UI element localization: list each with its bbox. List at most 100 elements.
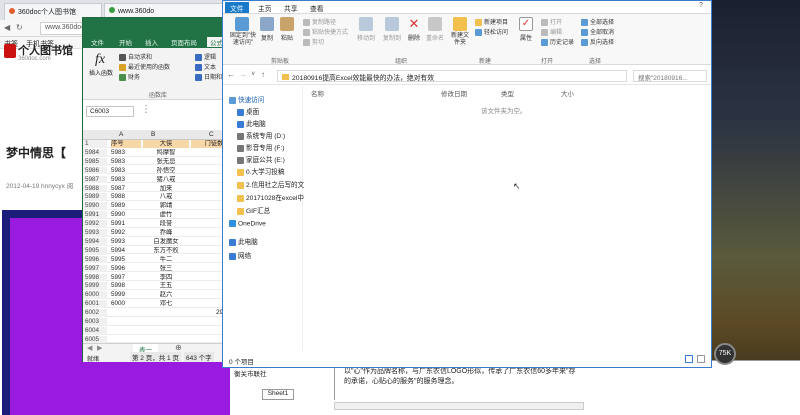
row-number[interactable]: 5990 [83,202,107,210]
refresh-icon[interactable]: ↻ [16,23,23,32]
rename-button[interactable]: 重命名 [425,17,445,42]
new-folder-button[interactable]: 新建文件夹 [449,17,471,47]
row-number[interactable]: 5997 [83,264,107,273]
cell-a[interactable]: 5989 [111,202,141,210]
cell-b[interactable]: 李四 [143,274,189,282]
pin-quick-access-button[interactable]: 固定到"快速访问" [227,17,257,47]
cell-a[interactable]: 5999 [111,291,141,299]
sidebar-item[interactable]: 快速访问 [229,94,303,104]
cell-a[interactable]: 5993 [111,238,141,246]
copy-to-button[interactable]: 复制到 [381,17,403,42]
explorer-tab-home[interactable]: 主页 [253,2,277,13]
cell-b[interactable]: 赵六 [143,291,189,299]
history-button[interactable]: 历史记录 [541,37,574,46]
column-size[interactable]: 大小 [561,88,574,98]
doc-sheet-tab[interactable]: Sheet1 [262,389,294,400]
sheet-prev-icon[interactable]: ◀ [87,344,92,352]
cell-b[interactable]: 张无忌 [143,158,189,166]
cell-a[interactable]: 5995 [111,256,141,264]
cut-button[interactable]: 剪切 [303,37,324,46]
copy-button[interactable]: 复制 [259,17,275,42]
excel-tab-insert[interactable]: 插入 [145,37,158,47]
row-number[interactable]: 6003 [83,318,107,326]
cell-b[interactable]: 白发魔女 [143,238,189,246]
sidebar-item[interactable]: 2.信用社之后写的文 [237,179,311,189]
invert-selection-button[interactable]: 反向选择 [581,37,614,46]
row-number[interactable]: 5994 [83,237,107,246]
sidebar-item[interactable]: 系统专用 (D:) [237,130,311,140]
explorer-address-bar[interactable]: 20180916提高Excel效能最快的办法，绝对有效 [277,70,627,82]
select-none-button[interactable]: 全部取消 [581,27,614,36]
row-number[interactable]: 6000 [83,291,107,299]
cell-a[interactable]: 5998 [111,282,141,290]
row-number[interactable]: 5985 [83,157,107,166]
cell-b[interactable]: 乔峰 [143,229,189,237]
open-button[interactable]: 打开 [541,17,562,26]
edit-button[interactable]: 编辑 [541,27,562,36]
help-icon[interactable]: ? [699,2,703,9]
column-date[interactable]: 修改日期 [441,88,467,98]
row-number[interactable]: 5989 [83,193,107,202]
cell-b[interactable]: 孙悟空 [143,167,189,175]
row-number[interactable]: 5988 [83,184,107,193]
cell-a[interactable]: 5987 [111,185,141,193]
cell-b[interactable]: 鸠摩智 [143,149,189,157]
cell-b[interactable]: 东方不败 [143,247,189,255]
cell-b[interactable]: 八戒 [143,193,189,201]
recent-functions-button[interactable]: 最近使用的函数 [119,62,170,71]
row-number[interactable]: 5986 [83,166,107,175]
sidebar-item[interactable]: GIF汇总 [237,205,311,215]
row-number[interactable]: 6001 [83,300,107,308]
autosum-button[interactable]: 自动求和 [119,52,152,61]
cell-b[interactable]: 段誉 [143,220,189,228]
new-item-button[interactable]: 新建项目 [475,17,508,26]
logical-button[interactable]: 逻辑 [195,52,216,61]
sidebar-item[interactable]: 家庭公共 (E:) [237,154,311,164]
row-number[interactable]: 6002 [83,309,107,317]
sheet-next-icon[interactable]: ▶ [97,344,102,352]
cell-b[interactable]: 大侠 [143,140,189,148]
name-box[interactable]: C6003 [86,106,134,117]
sidebar-item[interactable]: 网络 [229,250,303,260]
explorer-tab-file[interactable]: 文件 [225,2,249,13]
cell-b[interactable]: 邓七 [143,300,189,308]
recent-dropdown-icon[interactable]: ∨ [251,70,255,77]
cell-b[interactable]: 牛二 [143,256,189,264]
select-all-button[interactable]: 全部选择 [581,17,614,26]
delete-button[interactable]: ✕ 删除 [405,17,423,43]
explorer-search-input[interactable]: 搜索"20180916... [633,70,707,82]
sidebar-item[interactable]: 此电脑 [229,236,303,246]
cell-a[interactable]: 5997 [111,274,141,282]
column-header-c[interactable]: C [209,131,214,138]
row-number[interactable]: 5992 [83,220,107,228]
paste-button[interactable]: 粘贴 [279,17,295,42]
column-name[interactable]: 名称 [311,88,324,98]
easy-access-button[interactable]: 轻松访问 [475,27,508,36]
row-number[interactable]: 5984 [83,148,107,157]
cell-a[interactable]: 6000 [111,300,141,308]
back-arrow-icon[interactable]: ← [227,70,235,79]
financial-button[interactable]: 财务 [119,72,140,81]
excel-tab-page-layout[interactable]: 页面布局 [171,37,197,47]
sidebar-item[interactable]: OneDrive [229,220,303,227]
cell-a[interactable]: 5992 [111,229,141,237]
cell-a[interactable]: 5983 [111,167,141,175]
sidebar-item[interactable]: 20171028在excel中 [237,192,311,202]
sidebar-item[interactable]: 0.大学习投稿 [237,166,311,176]
large-icons-view-icon[interactable] [697,355,705,363]
cell-a[interactable]: 5983 [111,149,141,157]
sidebar-item[interactable]: 影音专用 (F:) [237,142,311,152]
excel-tab-file[interactable]: 文件 [91,37,104,47]
row-number[interactable]: 5996 [83,255,107,264]
cell-a[interactable]: 5996 [111,265,141,273]
paste-shortcut-button[interactable]: 粘贴快捷方式 [303,27,348,36]
cell-b[interactable]: 虚竹 [143,211,189,219]
properties-button[interactable]: ✓ 属性 [517,17,535,42]
sidebar-item[interactable]: 桌面 [237,106,311,116]
cell-a[interactable]: 5991 [111,220,141,228]
text-button[interactable]: 文本 [195,62,216,71]
up-arrow-icon[interactable]: ↑ [261,70,265,79]
row-number[interactable]: 5998 [83,273,107,282]
row-number[interactable]: 6004 [83,326,107,335]
row-number[interactable]: 5993 [83,229,107,237]
